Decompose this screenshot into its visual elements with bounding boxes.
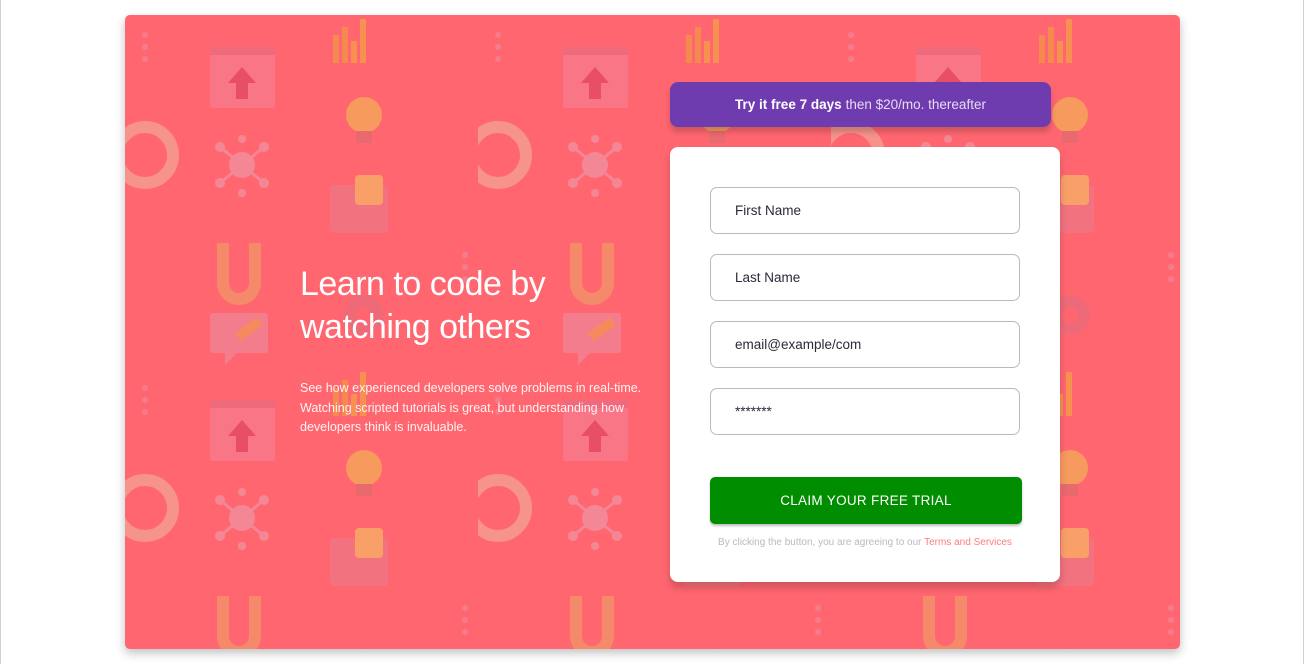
intro-block: Learn to code by watching others See how… (300, 263, 670, 438)
claim-free-trial-button[interactable]: CLAIM YOUR FREE TRIAL (710, 477, 1022, 524)
legal-notice: By clicking the button, you are agreeing… (670, 537, 1060, 548)
email-input[interactable] (710, 321, 1020, 368)
trial-banner: Try it free 7 days then $20/mo. thereaft… (670, 82, 1051, 127)
hero-section: Learn to code by watching others See how… (125, 15, 1180, 649)
first-name-input[interactable] (710, 187, 1020, 234)
legal-text: By clicking the button, you are agreeing… (718, 537, 922, 548)
terms-link[interactable]: Terms and Services (924, 537, 1012, 548)
last-name-input[interactable] (710, 254, 1020, 301)
trial-banner-bold: Try it free 7 days (735, 97, 842, 112)
hero-title: Learn to code by watching others (300, 265, 546, 346)
hero-description: See how experienced developers solve pro… (300, 381, 642, 434)
trial-banner-price: then $20/mo. thereafter (845, 97, 986, 112)
password-input[interactable] (710, 388, 1020, 435)
signup-form: CLAIM YOUR FREE TRIAL By clicking the bu… (670, 147, 1060, 582)
